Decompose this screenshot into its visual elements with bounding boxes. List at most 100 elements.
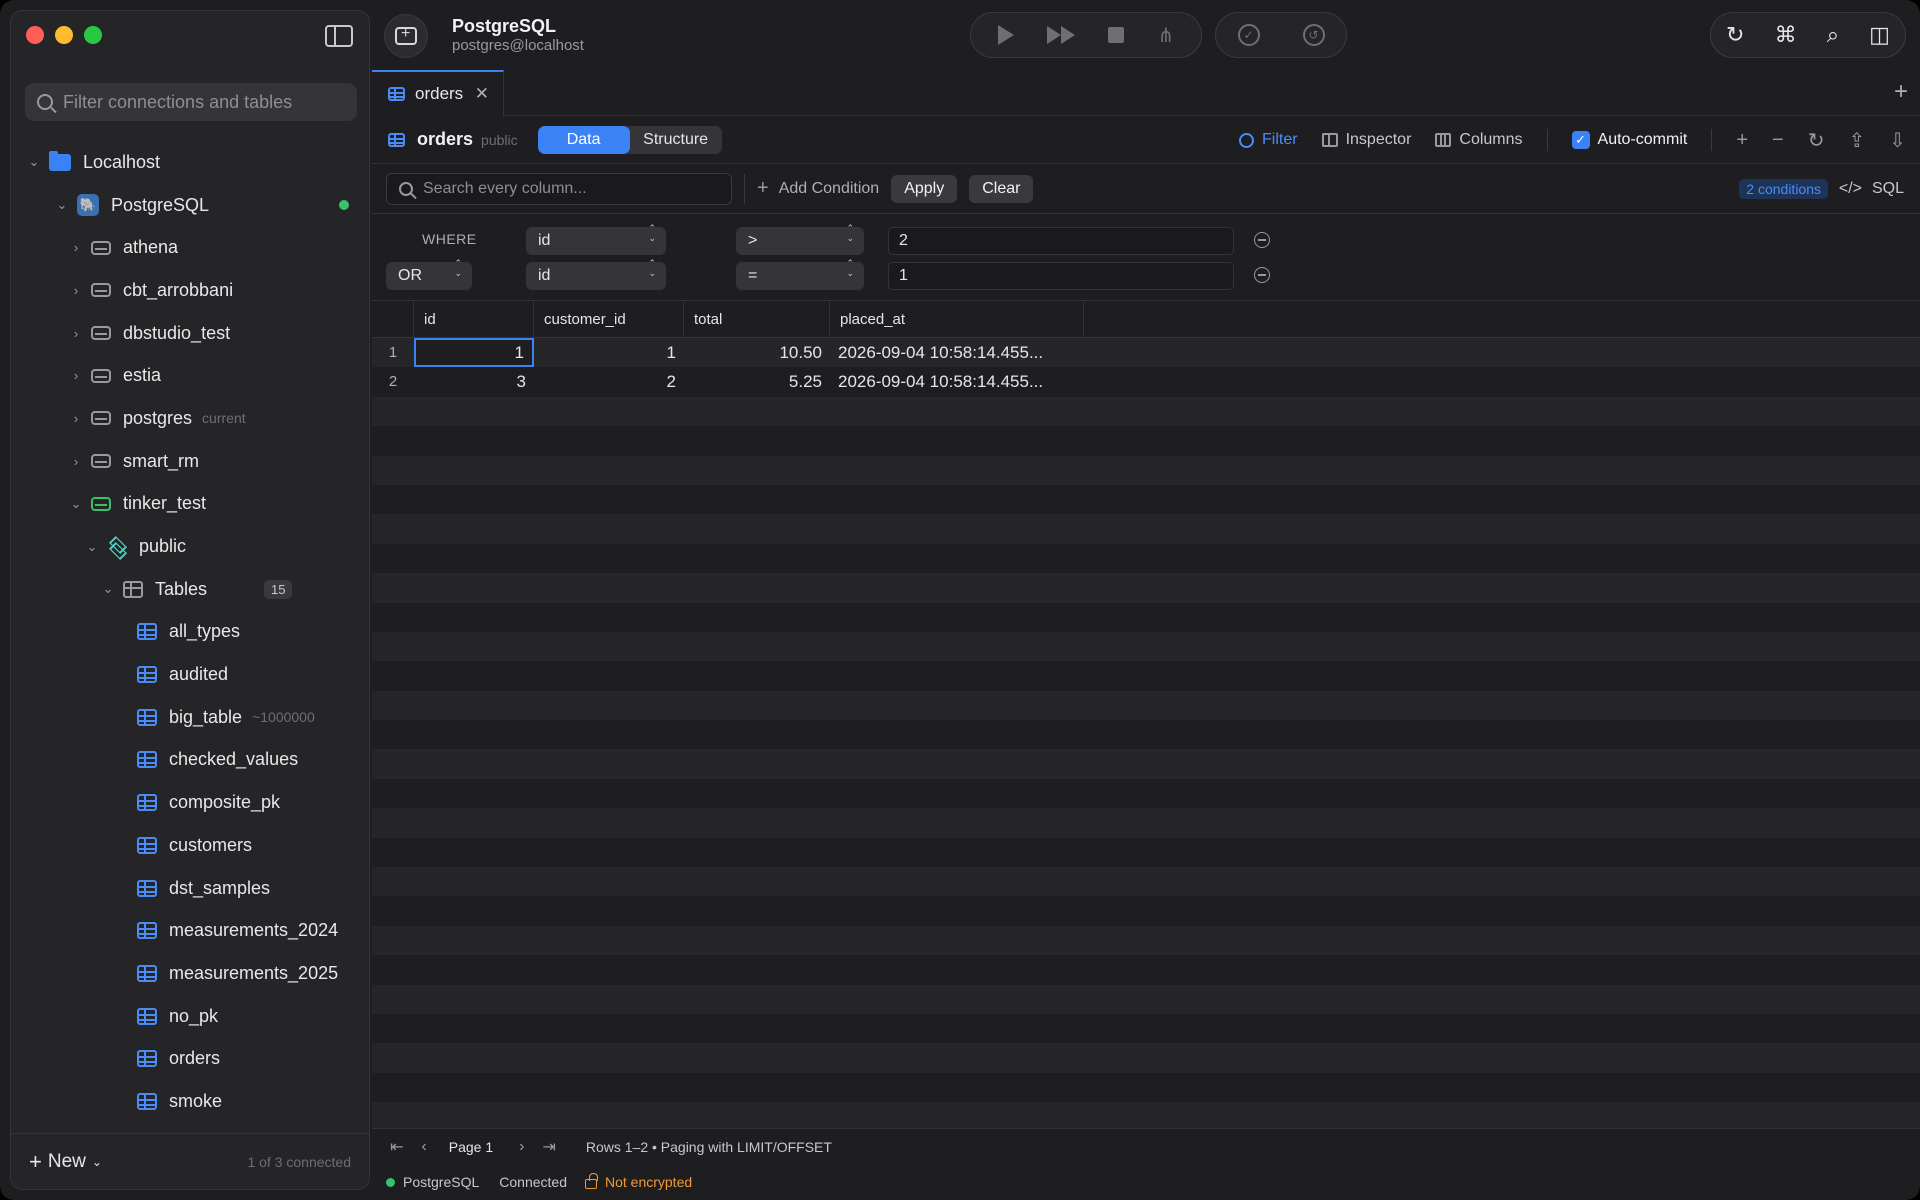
tree-item-table[interactable]: dst_samples [11,867,369,910]
tree-item-table[interactable]: all_types [11,611,369,654]
cell-total[interactable]: 10.50 [684,338,830,367]
tree-item-table[interactable]: audited [11,653,369,696]
column-header[interactable]: total [684,302,830,338]
tree-item-database[interactable]: › dbstudio_test [11,312,369,355]
remove-condition-icon[interactable] [1254,232,1270,248]
chevron-right-icon[interactable]: › [69,411,83,426]
cell-placed-at[interactable]: 2026-09-04 10:58:14.455... [830,338,1084,367]
chevron-right-icon[interactable]: › [69,368,83,383]
tree-item-table[interactable]: measurements_2025 [11,952,369,995]
tree-item-connection[interactable]: ⌄ 🐘 PostgreSQL [11,184,369,227]
column-header[interactable]: placed_at [830,302,1084,338]
tab-orders[interactable]: orders ✕ [372,70,504,116]
cell-id[interactable]: 1 [414,338,534,368]
tree-item-tables-group[interactable]: ⌄ Tables 15 [11,568,369,611]
last-page-icon[interactable]: ⇥ [542,1137,555,1157]
sidebar-toggle-icon[interactable] [325,25,353,47]
inspector-label: Inspector [1345,131,1412,148]
transaction-controls: ✓ ↺ [1215,12,1347,58]
cell-customer-id[interactable]: 1 [534,338,684,367]
tree-item-database[interactable]: › cbt_arrobbani [11,269,369,312]
tree-item-schema[interactable]: ⌄ public [11,525,369,568]
chevron-down-icon[interactable]: ⌄ [69,496,83,512]
filter-toggle[interactable]: Filter [1239,131,1298,149]
tree-item-table[interactable]: measurements_2024 [11,909,369,952]
tree-item-table[interactable]: customers [11,824,369,867]
condition-operator-select[interactable]: > [736,223,864,255]
cell-customer-id[interactable]: 2 [534,367,684,396]
tab-data[interactable]: Data [537,125,630,154]
condition-operator-select[interactable]: = [736,258,864,290]
chevron-right-icon[interactable]: › [69,240,83,255]
tree-item-table[interactable]: checked_values [11,739,369,782]
close-window-button[interactable] [26,26,44,44]
tree-item-table[interactable]: orders [11,1037,369,1080]
refresh-icon[interactable]: ↻ [1726,22,1744,48]
run-icon[interactable] [997,25,1014,45]
new-query-tab-button[interactable] [384,14,428,58]
import-icon[interactable]: ⇩ [1889,128,1906,153]
chevron-right-icon[interactable]: › [69,283,83,298]
column-search-input[interactable] [423,179,723,198]
tree-item-database[interactable]: › postgres current [11,397,369,440]
stop-icon[interactable] [1108,27,1125,43]
command-palette-icon[interactable]: ⌘ [1775,22,1797,48]
condition-value-input[interactable]: 1 [888,262,1234,290]
condition-value-input[interactable]: 2 [888,227,1234,255]
encryption-warning[interactable]: Not encrypted [584,1173,692,1190]
chevron-down-icon[interactable]: ⌄ [55,197,69,213]
tree-item-table[interactable]: big_table ~1000000 [11,696,369,739]
add-condition-button[interactable]: + Add Condition [744,173,879,204]
cell-id[interactable]: 3 [414,367,534,396]
previous-page-icon[interactable]: ‹ [421,1138,426,1156]
next-page-icon[interactable]: › [519,1138,524,1156]
commit-check-icon[interactable]: ✓ [1237,24,1260,46]
column-header[interactable]: id [414,302,534,338]
first-page-icon[interactable]: ⇤ [390,1137,403,1157]
add-row-icon[interactable]: + [1736,129,1748,152]
chevron-down-icon[interactable]: ⌄ [27,154,41,170]
tree-item-database[interactable]: › smart_rm [11,440,369,483]
tree-item-table[interactable]: smoke [11,1080,369,1123]
minimize-window-button[interactable] [55,26,73,44]
new-connection-button[interactable]: + New ⌄ [29,1149,102,1175]
tree-item-localhost[interactable]: ⌄ Localhost [11,141,369,184]
delete-row-icon[interactable]: − [1772,129,1784,152]
chevron-right-icon[interactable]: › [69,326,83,341]
inspector-toggle[interactable]: Inspector [1321,131,1412,149]
explain-plan-icon[interactable]: ⋔ [1158,23,1175,48]
right-panel-toggle-icon[interactable]: ◫ [1869,22,1890,48]
autocommit-checkbox[interactable]: ✓ Auto-commit [1571,131,1687,149]
remove-condition-icon[interactable] [1254,267,1270,283]
table-row[interactable]: 1 1 1 10.50 2026-09-04 10:58:14.455... [372,338,1920,368]
cell-placed-at[interactable]: 2026-09-04 10:58:14.455... [830,367,1084,396]
chevron-down-icon[interactable]: ⌄ [85,539,99,555]
close-tab-icon[interactable]: ✕ [475,84,489,104]
apply-button[interactable]: Apply [891,174,958,203]
cell-total[interactable]: 5.25 [684,367,830,396]
chevron-down-icon[interactable]: ⌄ [101,581,115,597]
tree-item-table[interactable]: composite_pk [11,781,369,824]
maximize-window-button[interactable] [84,26,102,44]
tree-item-database[interactable]: ⌄ tinker_test [11,483,369,526]
sql-preview-button[interactable]: </> SQL [1839,180,1904,198]
rollback-icon[interactable]: ↺ [1302,24,1325,46]
reload-icon[interactable]: ↻ [1808,128,1825,153]
tab-structure[interactable]: Structure [630,126,722,154]
export-icon[interactable]: ⇪ [1848,128,1865,153]
tree-item-table[interactable]: no_pk [11,995,369,1038]
clear-button[interactable]: Clear [969,174,1034,203]
condition-column-select[interactable]: id [526,223,666,255]
table-row[interactable]: 2 3 2 5.25 2026-09-04 10:58:14.455... [372,367,1920,396]
column-header[interactable]: customer_id [534,302,684,338]
search-icon[interactable]: ⌕ [1827,22,1839,48]
columns-toggle[interactable]: Columns [1435,131,1523,149]
condition-joiner-select[interactable]: OR [386,258,472,290]
tree-item-database[interactable]: › athena [11,226,369,269]
tree-item-database[interactable]: › estia [11,354,369,397]
chevron-right-icon[interactable]: › [69,454,83,469]
add-tab-icon[interactable]: + [1894,78,1908,106]
condition-column-select[interactable]: id [526,258,666,290]
connection-filter-input[interactable] [63,91,333,113]
run-all-icon[interactable] [1046,26,1075,44]
